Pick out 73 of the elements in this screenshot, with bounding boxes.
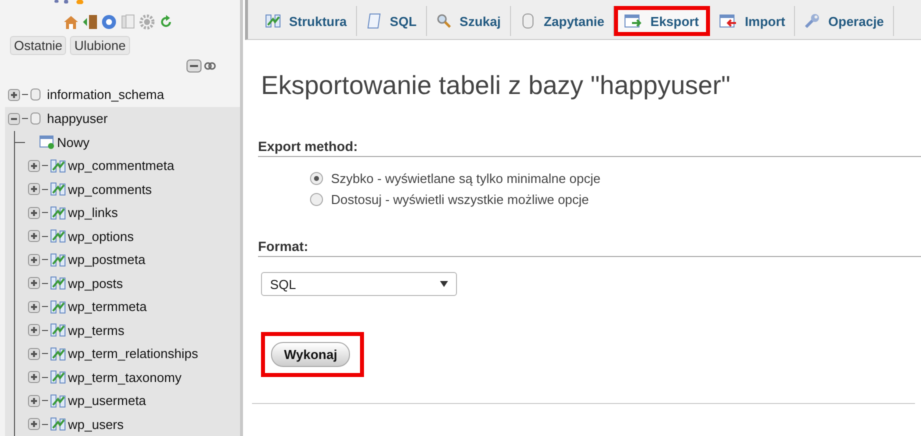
- table-name[interactable]: wp_comments: [68, 182, 152, 197]
- expander-icon[interactable]: [28, 418, 40, 430]
- expander-icon[interactable]: [28, 230, 40, 242]
- cylinder-icon: [520, 13, 536, 29]
- radio-button[interactable]: [310, 193, 323, 206]
- radio-button[interactable]: [310, 172, 323, 185]
- expander-icon[interactable]: [28, 277, 40, 290]
- expander-icon[interactable]: [28, 348, 40, 360]
- table-icon: [50, 300, 66, 314]
- new-table-link[interactable]: Nowy: [57, 134, 90, 150]
- option-label: Dostosuj - wyświetli wszystkie możliwe opcje: [331, 192, 589, 207]
- tab[interactable]: SQL: [356, 6, 427, 36]
- database-icon: [30, 88, 41, 101]
- table-icon: [50, 182, 66, 196]
- quick-link-button[interactable]: Ostatnie: [10, 36, 66, 54]
- new-table-icon: [39, 135, 55, 150]
- table-name[interactable]: wp_options: [68, 228, 134, 244]
- link-icon[interactable]: [204, 62, 216, 70]
- wrench-icon: [804, 13, 820, 29]
- table-icon: [50, 346, 66, 361]
- table-icon: [50, 252, 66, 267]
- database-name[interactable]: information_schema: [47, 87, 164, 102]
- table-icon: [50, 158, 66, 173]
- option-label: Szybko - wyświetlane są tylko minimalne opcje: [331, 171, 600, 186]
- expander-icon[interactable]: [28, 254, 40, 266]
- table-icon: [50, 323, 66, 338]
- expander-icon[interactable]: [28, 206, 40, 219]
- expander-icon[interactable]: [28, 394, 40, 407]
- database-name[interactable]: happyuser: [47, 111, 108, 126]
- table-icon: [50, 206, 66, 220]
- table-icon: [50, 417, 66, 432]
- table-name[interactable]: wp_links: [68, 205, 118, 220]
- caret-icon: [440, 281, 448, 287]
- quick-link-button[interactable]: Ulubione: [70, 36, 130, 54]
- expander-icon[interactable]: [8, 88, 20, 100]
- table-name[interactable]: wp_term_relationships: [68, 346, 198, 362]
- sheet-icon: [366, 13, 382, 29]
- expander-icon[interactable]: [28, 371, 40, 384]
- home-icon[interactable]: [63, 14, 79, 30]
- submit-button[interactable]: Wykonaj: [271, 342, 350, 367]
- table-name[interactable]: wp_term_taxonomy: [68, 370, 182, 385]
- search-icon: [436, 13, 452, 29]
- table-icon: [50, 394, 66, 408]
- table-name[interactable]: wp_terms: [68, 322, 124, 338]
- table-icon: [50, 370, 66, 384]
- table-icon: [50, 276, 66, 290]
- tab[interactable]: Import: [710, 6, 796, 36]
- section-heading: Export method:: [258, 139, 921, 157]
- tab[interactable]: Szukaj: [426, 6, 511, 36]
- database-icon: [30, 112, 41, 125]
- table-name[interactable]: wp_commentmeta: [68, 158, 174, 174]
- expander-icon[interactable]: [28, 160, 40, 172]
- tab[interactable]: Eksport: [614, 6, 710, 36]
- table-name[interactable]: wp_usermeta: [68, 393, 146, 408]
- tab[interactable]: Struktura: [256, 6, 357, 36]
- help-icon[interactable]: [101, 14, 117, 30]
- expander-icon[interactable]: [28, 183, 40, 196]
- table-name[interactable]: wp_termmeta: [68, 299, 147, 314]
- collapse-all-icon[interactable]: [186, 58, 202, 72]
- reload-icon[interactable]: [158, 14, 174, 30]
- table-chart-icon: [265, 13, 281, 29]
- table-name[interactable]: wp_posts: [68, 276, 123, 291]
- expander-icon[interactable]: [28, 300, 40, 313]
- expander-icon[interactable]: [8, 112, 20, 124]
- exit-door-icon[interactable]: [82, 14, 98, 30]
- table-name[interactable]: wp_users: [68, 416, 124, 432]
- page-title: Eksportowanie tabeli z bazy "happyuser": [261, 70, 732, 101]
- expander-icon[interactable]: [28, 324, 40, 336]
- tab[interactable]: Operacje: [795, 6, 894, 36]
- format-dropdown[interactable]: SQL: [261, 272, 457, 296]
- table-name[interactable]: wp_postmeta: [68, 252, 146, 268]
- table-icon: [50, 229, 66, 244]
- section-heading: Format:: [258, 239, 921, 257]
